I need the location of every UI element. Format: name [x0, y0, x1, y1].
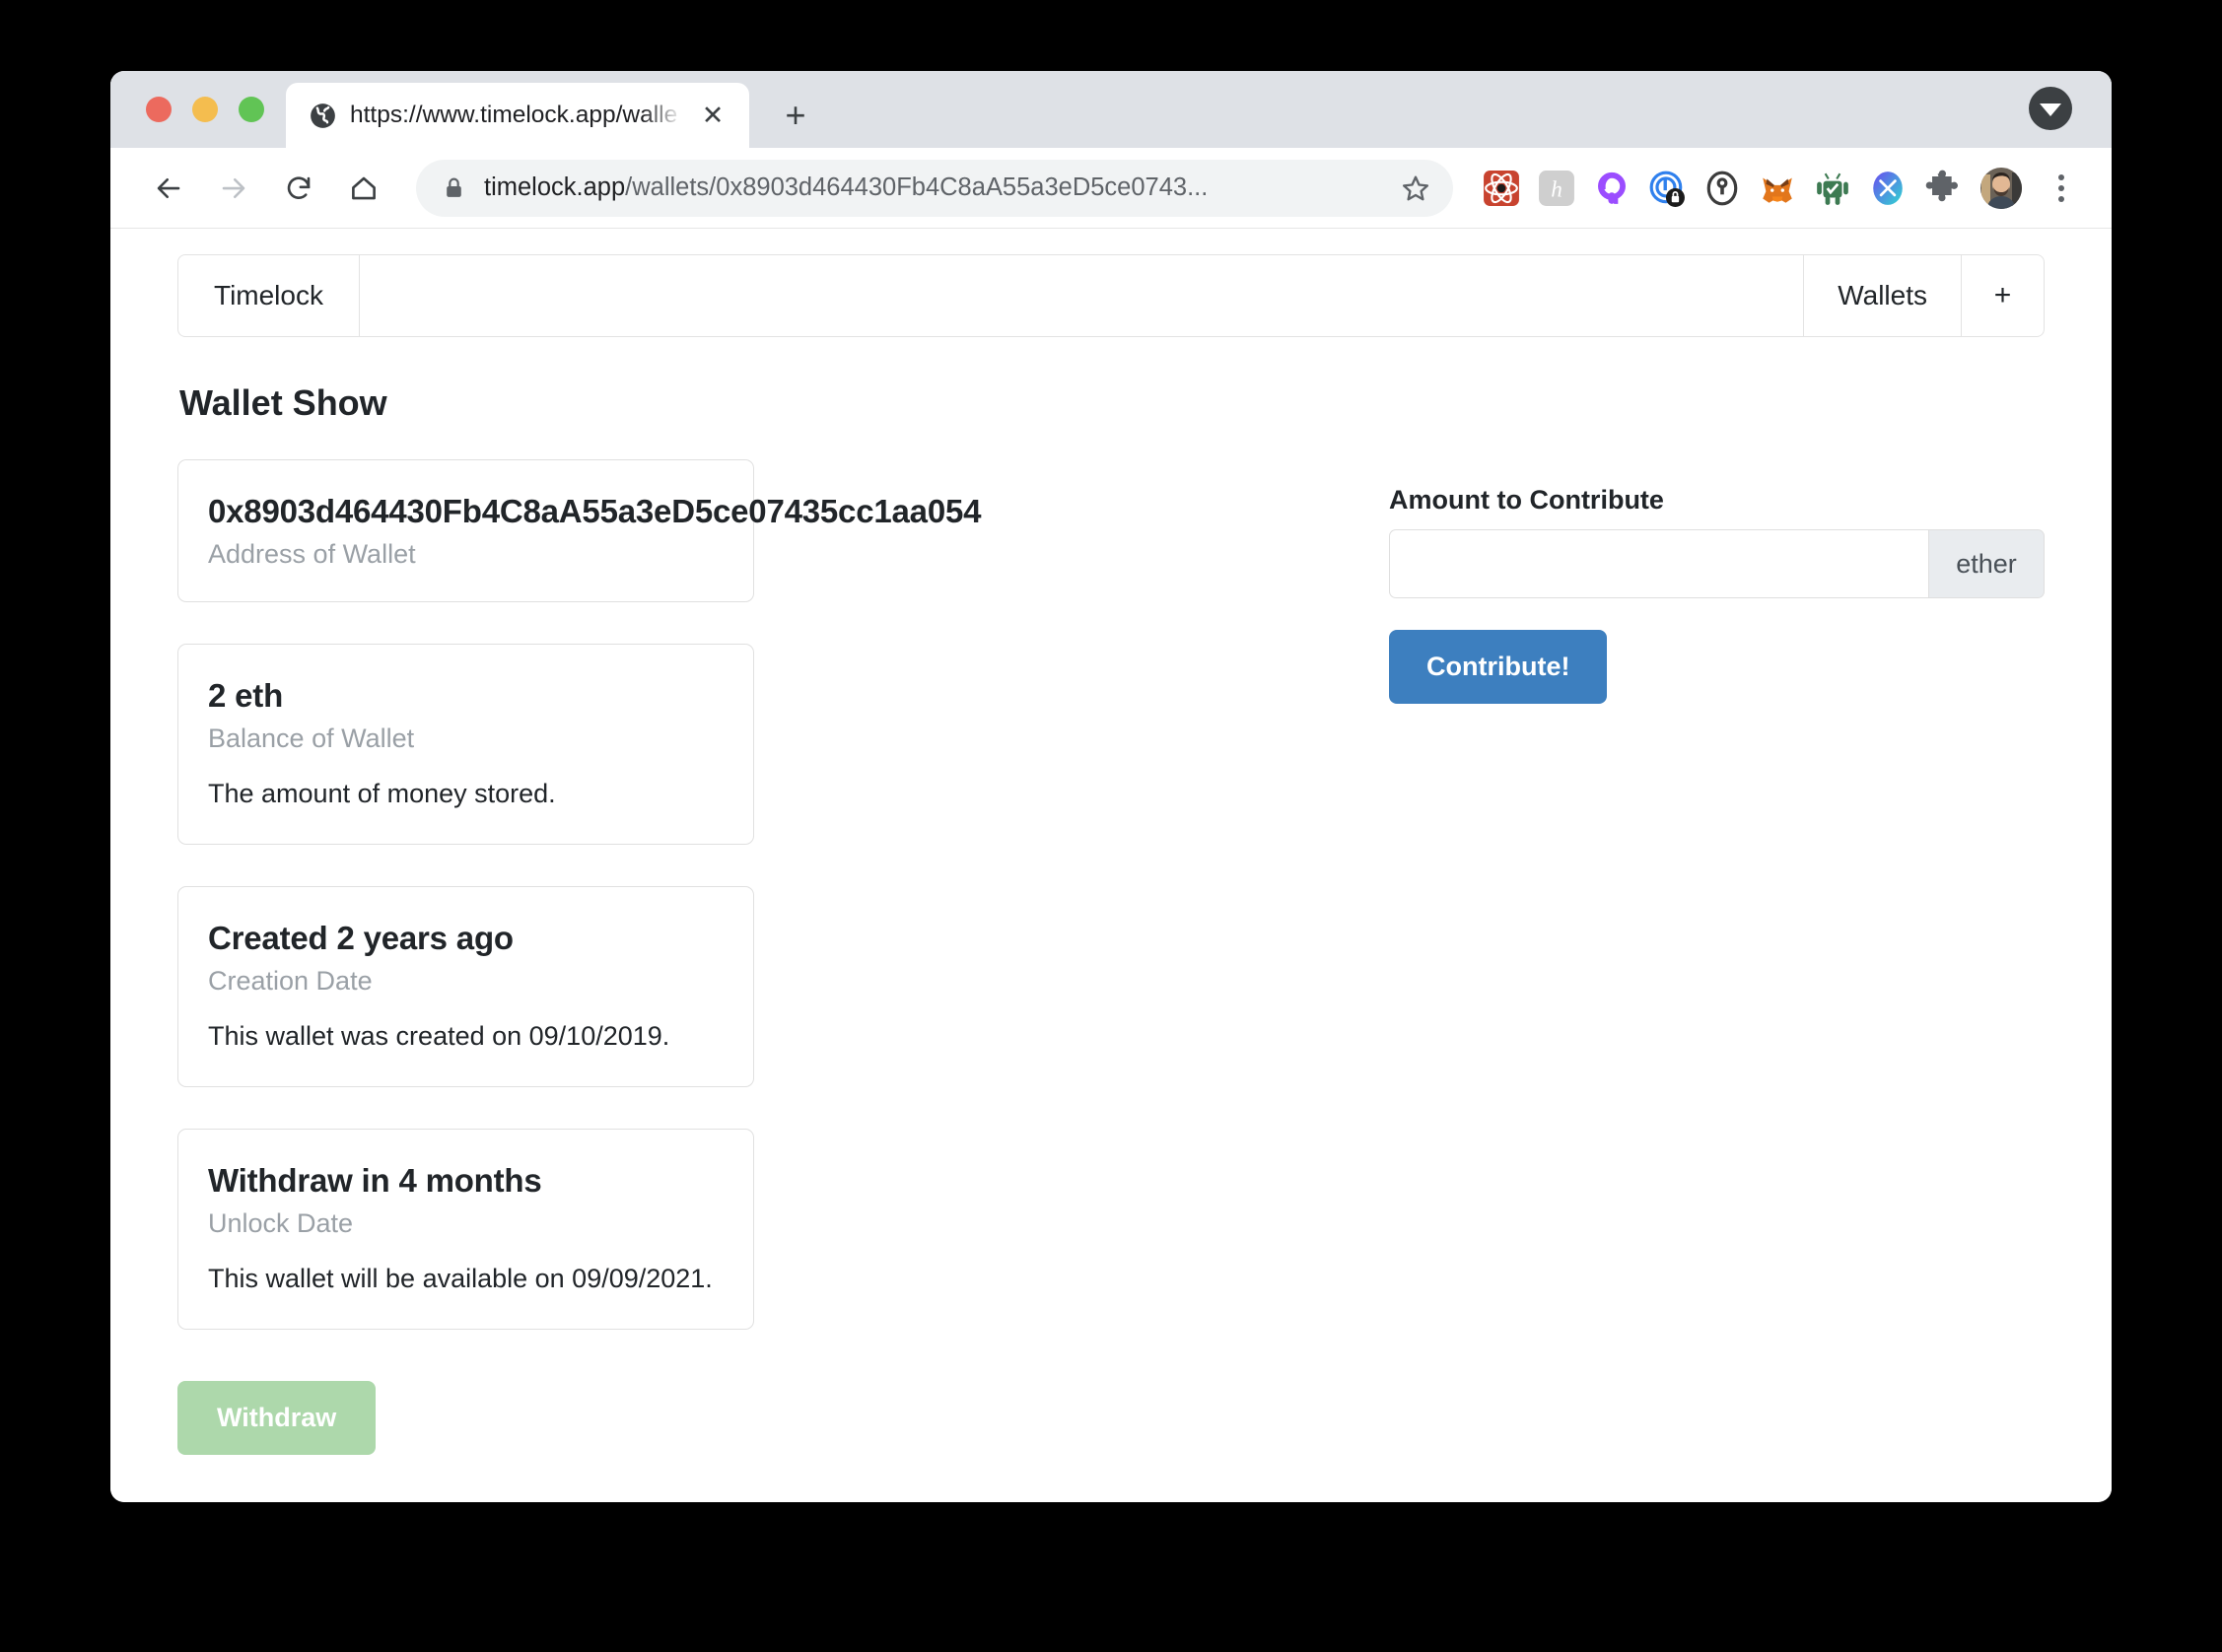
octotree-icon[interactable] — [1593, 170, 1631, 207]
react-devtools-icon[interactable] — [1483, 170, 1520, 207]
wallet-address-label: Address of Wallet — [208, 538, 416, 569]
back-arrow-icon[interactable] — [138, 158, 199, 219]
browser-window: https://www.timelock.app/walle ✕ + timel… — [110, 71, 2112, 1502]
page-viewport: Timelock Wallets + Wallet Show 0x8903d46… — [110, 229, 2112, 1502]
avatar[interactable] — [1979, 167, 2023, 210]
wallet-balance-value: 2 eth — [208, 676, 284, 714]
wallet-creation-card: Created 2 years ago Creation Date This w… — [177, 886, 754, 1088]
globe-icon — [310, 103, 336, 129]
tab-strip: https://www.timelock.app/walle ✕ + — [110, 71, 2112, 148]
new-tab-button[interactable]: + — [763, 83, 828, 148]
contribute-amount-input[interactable] — [1389, 529, 1928, 598]
contribute-column: Amount to Contribute ether Contribute! — [1389, 459, 2045, 704]
browser-tab[interactable]: https://www.timelock.app/walle ✕ — [286, 83, 749, 148]
address-bar-host: timelock.app — [484, 173, 626, 201]
metamask-fox-icon[interactable] — [1759, 170, 1796, 207]
reload-icon[interactable] — [268, 158, 329, 219]
withdraw-button[interactable]: Withdraw — [177, 1381, 377, 1456]
chevron-down-icon[interactable] — [2029, 87, 2072, 130]
home-icon[interactable] — [333, 158, 394, 219]
wallet-unlock-label: Unlock Date — [208, 1208, 354, 1238]
extension-icons: h — [1483, 167, 2023, 210]
close-window-button[interactable] — [146, 97, 172, 122]
app-navbar: Timelock Wallets + — [177, 254, 2045, 337]
maximize-window-button[interactable] — [239, 97, 264, 122]
honey-icon[interactable]: h — [1538, 170, 1575, 207]
window-controls — [110, 71, 286, 148]
wallet-address-card: 0x8903d464430Fb4C8aA55a3eD5ce07435cc1aa0… — [177, 459, 982, 602]
address-bar-path: /wallets/0x8903d464430Fb4C8aA55a3eD5ce07… — [625, 173, 1209, 201]
kebab-menu-icon[interactable] — [2041, 168, 2082, 209]
wallet-details-column: 0x8903d464430Fb4C8aA55a3eD5ce07435cc1aa0… — [177, 459, 982, 1456]
wallet-creation-value: Created 2 years ago — [208, 920, 514, 956]
forward-arrow-icon — [203, 158, 264, 219]
wallet-balance-description: The amount of money stored. — [208, 778, 556, 808]
wallet-balance-label: Balance of Wallet — [208, 723, 415, 753]
tab-title: https://www.timelock.app/walle — [350, 102, 678, 128]
wallet-unlock-description: This wallet will be available on 09/09/2… — [208, 1264, 713, 1293]
onepassword-icon[interactable] — [1703, 170, 1741, 207]
navbar-spacer — [360, 255, 1803, 336]
wallet-address-value: 0x8903d464430Fb4C8aA55a3eD5ce07435cc1aa0… — [208, 493, 982, 529]
wallet-creation-description: This wallet was created on 09/10/2019. — [208, 1020, 670, 1051]
page-title: Wallet Show — [179, 382, 387, 423]
wallet-creation-label: Creation Date — [208, 965, 373, 996]
wallet-unlock-value: Withdraw in 4 months — [208, 1162, 542, 1200]
navbar-link-wallets[interactable]: Wallets — [1803, 255, 1961, 336]
contribute-button[interactable]: Contribute! — [1389, 630, 1608, 704]
page-container: Timelock Wallets + Wallet Show 0x8903d46… — [110, 254, 2112, 1456]
content-columns: 0x8903d464430Fb4C8aA55a3eD5ce07435cc1aa0… — [177, 459, 2045, 1456]
navbar-brand[interactable]: Timelock — [178, 255, 360, 336]
wallet-unlock-card: Withdraw in 4 months Unlock Date This wa… — [177, 1129, 754, 1331]
wallet-balance-card: 2 eth Balance of Wallet The amount of mo… — [177, 643, 754, 845]
star-icon[interactable] — [1390, 163, 1441, 214]
address-bar-url: timelock.app/wallets/0x8903d464430Fb4C8a… — [484, 173, 1372, 202]
minimize-window-button[interactable] — [192, 97, 218, 122]
close-icon[interactable]: ✕ — [696, 99, 729, 132]
caret-triangle — [2040, 103, 2061, 116]
tools-icon[interactable] — [1869, 170, 1907, 207]
browser-toolbar: timelock.app/wallets/0x8903d464430Fb4C8a… — [110, 148, 2112, 229]
kebab-dot — [2058, 173, 2064, 180]
navbar-add-button[interactable]: + — [1961, 255, 2044, 336]
contribute-amount-label: Amount to Contribute — [1389, 485, 1664, 515]
lock-icon — [442, 175, 466, 200]
puzzle-piece-icon[interactable] — [1924, 170, 1962, 207]
lock-shield-icon[interactable] — [1648, 170, 1686, 207]
kebab-dot — [2058, 184, 2064, 191]
android-robot-icon[interactable] — [1814, 170, 1851, 207]
address-bar[interactable]: timelock.app/wallets/0x8903d464430Fb4C8a… — [416, 159, 1453, 217]
kebab-dot — [2058, 195, 2064, 202]
ether-unit-addon: ether — [1928, 529, 2045, 598]
contribute-input-group: ether — [1389, 529, 2045, 598]
svg-text:h: h — [1551, 176, 1562, 202]
